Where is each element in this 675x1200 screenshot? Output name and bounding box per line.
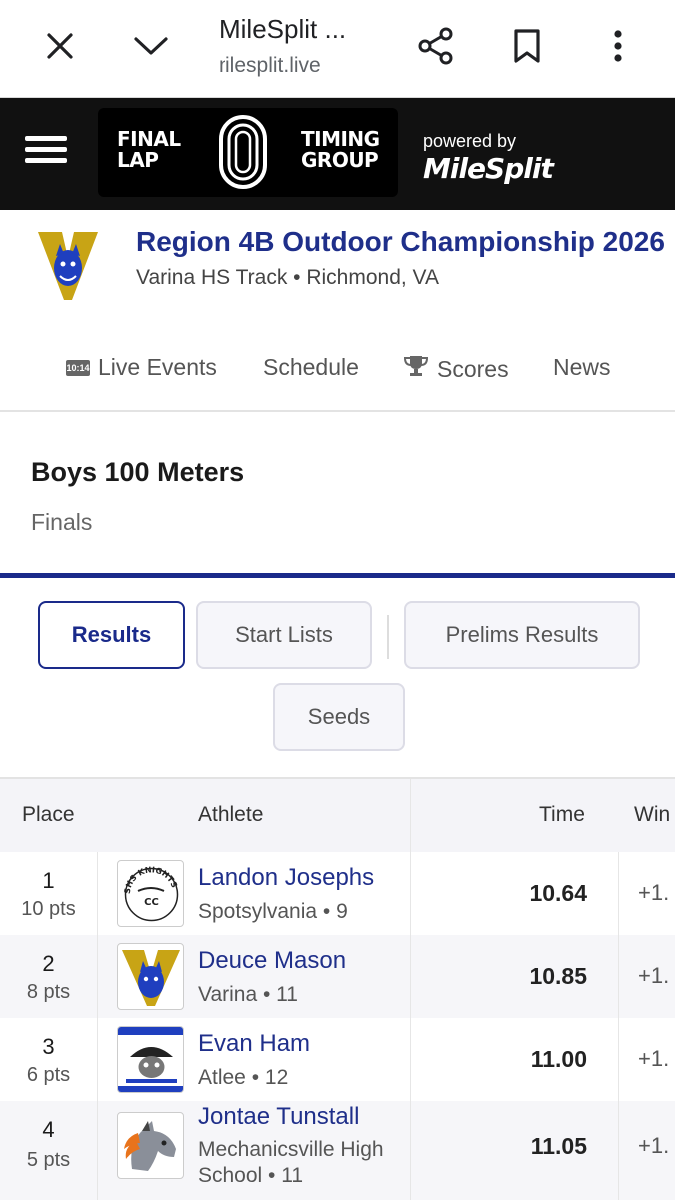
event-round: Finals (31, 509, 93, 535)
result-time: 10.64 (529, 880, 587, 906)
tab-title: MileSplit ... (219, 14, 347, 44)
nav-scores-label: Scores (437, 355, 509, 382)
athlete-name[interactable]: Landon Josephs (198, 864, 374, 892)
hamburger-icon[interactable] (25, 136, 67, 168)
site-header: FINAL LAP TIMING GROUP (0, 98, 675, 210)
table-row[interactable]: 1 10 pts SHS KNIGHTS CC Landon Josephs S… (0, 852, 675, 935)
athlete-name[interactable]: Deuce Mason (198, 947, 346, 975)
tab-results[interactable]: Results (38, 601, 185, 669)
athlete-name[interactable]: Evan Ham (198, 1030, 310, 1058)
place-points: 6 pts (26, 1064, 71, 1086)
nav-schedule[interactable]: Schedule (263, 354, 359, 381)
divider (0, 573, 675, 578)
place-number: 3 (42, 1034, 55, 1059)
nav-news[interactable]: News (553, 354, 611, 381)
nav-scores[interactable]: Scores (403, 354, 509, 384)
tab-prelims-results[interactable]: Prelims Results (404, 601, 640, 669)
place-points: 10 pts (21, 898, 76, 920)
logo-word-group: GROUP (301, 148, 379, 172)
place-points: 5 pts (26, 1149, 71, 1171)
meet-venue: Varina HS Track • Richmond, VA (136, 266, 440, 289)
table-row[interactable]: 4 5 pts Jontae Tunstall Mechanicsville H… (0, 1101, 675, 1200)
track-oval-icon (219, 115, 267, 189)
athlete-team: Varina • 11 (198, 983, 298, 1006)
result-wind: +1. (638, 1133, 670, 1158)
tab-seeds[interactable]: Seeds (273, 683, 405, 751)
tab-start-lists[interactable]: Start Lists (196, 601, 372, 669)
meet-title[interactable]: Region 4B Outdoor Championship 2026 (136, 226, 665, 258)
result-time: 11.00 (530, 1046, 587, 1072)
mechanicsville-logo (117, 1112, 184, 1179)
url-text[interactable]: milesplit.live (219, 54, 321, 78)
result-wind: +1. (638, 1046, 670, 1071)
header-place[interactable]: Place (22, 803, 75, 827)
browser-toolbar: MileSplit ... milesplit.live (0, 0, 675, 98)
result-time: 11.05 (530, 1133, 587, 1159)
place-points: 8 pts (26, 981, 71, 1003)
place-number: 4 (42, 1117, 55, 1142)
header-time[interactable]: Time (539, 803, 585, 827)
more-vert-icon[interactable] (596, 24, 640, 68)
meet-nav: 10:14 Live Events Schedule Scores News (0, 336, 675, 412)
column-divider (618, 852, 619, 1200)
table-row[interactable]: 2 8 pts Deuce Mason Varina • 11 10.85 +1… (0, 935, 675, 1018)
nav-news-label: News (553, 354, 611, 380)
scoreboard-icon: 10:14 (66, 359, 90, 376)
logo-word-lap: LAP (117, 148, 159, 172)
result-wind: +1. (638, 963, 670, 988)
varina-logo (117, 943, 184, 1010)
svg-text:SHS KNIGHTS: SHS KNIGHTS (123, 865, 179, 894)
final-lap-timing-logo[interactable]: FINAL LAP TIMING GROUP (98, 108, 398, 197)
place-number: 2 (42, 951, 55, 976)
table-row[interactable]: 3 6 pts Evan Ham Atlee • 12 11.00 +1. (0, 1018, 675, 1101)
athlete-team: Spotsylvania • 9 (198, 900, 348, 923)
result-time: 10.85 (529, 963, 587, 989)
svg-text:CC: CC (144, 897, 159, 908)
column-divider (410, 779, 411, 1200)
header-wind[interactable]: Win (634, 803, 670, 827)
close-icon[interactable] (38, 24, 82, 68)
table-header: Place Athlete Time Win (0, 779, 675, 852)
nav-live-events-label: Live Events (98, 354, 217, 380)
nav-schedule-label: Schedule (263, 354, 359, 380)
logo-word-timing: TIMING (301, 127, 380, 151)
athlete-team: Mechanicsville High School • 11 (198, 1138, 384, 1187)
athlete-name[interactable]: Jontae Tunstall (198, 1103, 359, 1131)
nav-live-events[interactable]: 10:14 Live Events (66, 354, 217, 381)
spotsylvania-logo: SHS KNIGHTS CC (117, 860, 184, 927)
tab-divider (387, 615, 389, 659)
trophy-icon (403, 354, 429, 384)
results-table: Place Athlete Time Win 1 10 pts SHS KNIG… (0, 777, 675, 1200)
share-icon[interactable] (414, 24, 458, 68)
place-number: 1 (42, 868, 55, 893)
column-divider (97, 852, 98, 1200)
varina-logo (38, 228, 98, 302)
header-athlete[interactable]: Athlete (198, 803, 263, 827)
logo-word-final: FINAL (117, 127, 181, 151)
bookmark-icon[interactable] (505, 24, 549, 68)
powered-by-label: powered by (423, 131, 517, 151)
chevron-down-icon[interactable] (129, 24, 173, 68)
milesplit-logo[interactable]: MileSplit (423, 152, 554, 185)
event-name: Boys 100 Meters (31, 457, 245, 487)
result-wind: +1. (638, 880, 670, 905)
athlete-team: Atlee • 12 (198, 1066, 289, 1089)
atlee-logo (117, 1026, 184, 1093)
